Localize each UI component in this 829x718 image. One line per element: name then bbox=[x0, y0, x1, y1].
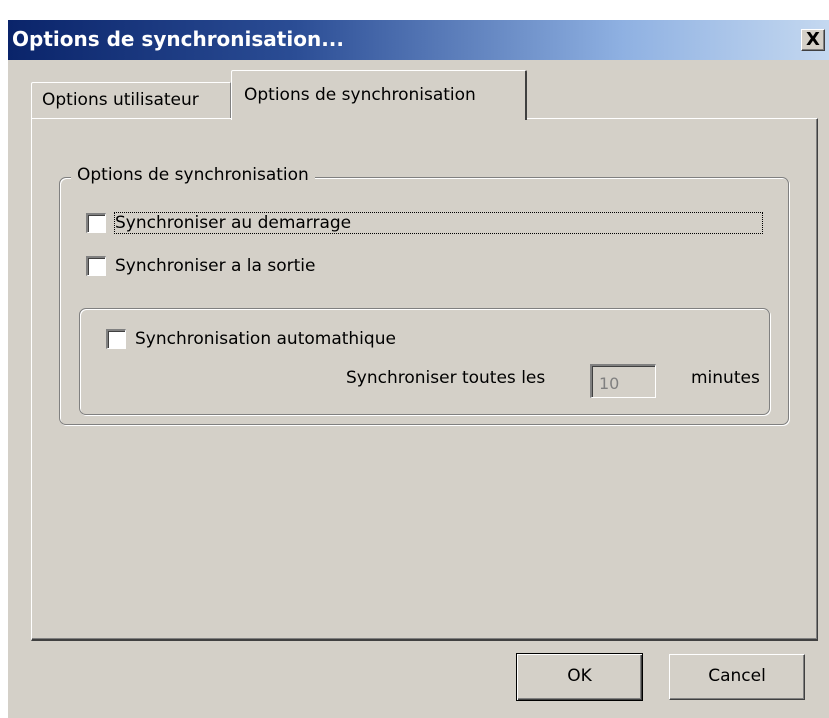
auto-sync-label[interactable]: Synchronisation automathique bbox=[135, 329, 396, 349]
tab-user-options-label: Options utilisateur bbox=[42, 90, 199, 110]
sync-interval-unit: minutes bbox=[691, 368, 760, 388]
tab-panel: Options de synchronisation Synchroniser … bbox=[31, 118, 818, 641]
tab-sync-options[interactable]: Options de synchronisation bbox=[231, 70, 527, 120]
title-bar[interactable]: Options de synchronisation... X bbox=[8, 20, 829, 60]
close-icon: X bbox=[806, 28, 820, 50]
sync-options-group-title: Options de synchronisation bbox=[71, 165, 315, 185]
sync-on-exit-checkbox[interactable] bbox=[86, 256, 106, 276]
auto-sync-group: Synchronisation automathique Synchronise… bbox=[79, 308, 770, 415]
dialog-title: Options de synchronisation... bbox=[12, 27, 344, 51]
cancel-button[interactable]: Cancel bbox=[669, 654, 805, 700]
auto-sync-checkbox[interactable] bbox=[106, 329, 126, 349]
sync-interval-label: Synchroniser toutes les bbox=[346, 368, 546, 388]
tab-sync-options-label: Options de synchronisation bbox=[244, 85, 476, 105]
sync-on-startup-option[interactable]: Synchroniser au demarrage bbox=[86, 212, 763, 234]
tab-user-options[interactable]: Options utilisateur bbox=[31, 82, 231, 118]
sync-options-group: Options de synchronisation Synchroniser … bbox=[59, 165, 789, 425]
close-button[interactable]: X bbox=[801, 29, 825, 51]
auto-sync-option[interactable]: Synchronisation automathique bbox=[106, 329, 396, 349]
ok-button[interactable]: OK bbox=[516, 653, 643, 701]
sync-on-exit-option[interactable]: Synchroniser a la sortie bbox=[86, 256, 315, 276]
options-dialog: Options de synchronisation... X Options … bbox=[8, 20, 829, 718]
sync-on-startup-label[interactable]: Synchroniser au demarrage bbox=[114, 212, 763, 234]
sync-on-startup-checkbox[interactable] bbox=[86, 213, 106, 233]
sync-interval-input[interactable]: 10 bbox=[590, 364, 656, 398]
sync-on-exit-label[interactable]: Synchroniser a la sortie bbox=[115, 256, 315, 276]
